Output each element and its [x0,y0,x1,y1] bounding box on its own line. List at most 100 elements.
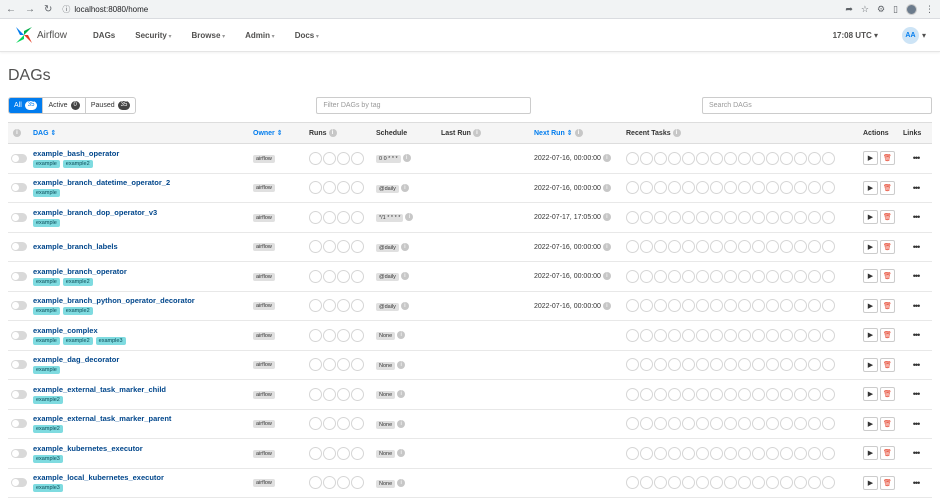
dag-link[interactable]: example_external_task_marker_parent [33,414,247,424]
status-circle[interactable] [808,476,821,490]
status-circle[interactable] [696,476,709,490]
status-circle[interactable] [323,417,336,431]
status-circle[interactable] [323,181,336,195]
status-circle[interactable] [309,417,322,431]
reload-icon[interactable]: ↻ [44,4,52,15]
status-circle[interactable] [738,446,751,460]
status-circle[interactable] [752,269,765,283]
dag-tag[interactable]: example2 [62,336,93,345]
pause-toggle[interactable] [11,212,27,222]
status-circle[interactable] [738,151,751,165]
status-circle[interactable] [668,417,681,431]
col-next-run[interactable]: Next Run ⇕ i [531,122,623,144]
status-circle[interactable] [640,240,653,254]
status-circle[interactable] [682,151,695,165]
filter-active[interactable]: Active 0 [43,97,86,113]
status-circle[interactable] [808,387,821,401]
links-menu-icon[interactable]: ••• [903,419,929,429]
owner-badge[interactable]: airflow [253,154,275,163]
filter-all[interactable]: All 35 [9,97,44,113]
status-circle[interactable] [766,476,779,490]
status-circle[interactable] [794,387,807,401]
status-circle[interactable] [780,299,793,313]
status-circle[interactable] [323,446,336,460]
status-circle[interactable] [309,358,322,372]
status-circle[interactable] [309,240,322,254]
status-circle[interactable] [337,358,350,372]
trigger-dag-button[interactable]: ▶ [863,357,878,372]
status-circle[interactable] [808,181,821,195]
pause-toggle[interactable] [11,448,27,458]
links-menu-icon[interactable]: ••• [903,301,929,311]
dag-tag[interactable]: example3 [95,336,126,345]
status-circle[interactable] [351,417,364,431]
status-circle[interactable] [724,328,737,342]
status-circle[interactable] [710,269,723,283]
status-circle[interactable] [794,417,807,431]
status-circle[interactable] [654,210,667,224]
status-circle[interactable] [337,299,350,313]
status-circle[interactable] [738,328,751,342]
dag-link[interactable]: example_branch_operator [33,267,247,277]
status-circle[interactable] [337,328,350,342]
status-circle[interactable] [351,387,364,401]
delete-dag-button[interactable]: 🗑 [880,210,895,225]
status-circle[interactable] [766,328,779,342]
dag-link[interactable]: example_local_kubernetes_executor [33,473,247,483]
status-circle[interactable] [822,240,835,254]
pause-toggle[interactable] [11,301,27,311]
schedule-badge[interactable]: None [376,450,396,459]
status-circle[interactable] [351,269,364,283]
status-circle[interactable] [738,269,751,283]
delete-dag-button[interactable]: 🗑 [880,475,895,490]
status-circle[interactable] [808,269,821,283]
status-circle[interactable] [780,358,793,372]
status-circle[interactable] [794,151,807,165]
delete-dag-button[interactable]: 🗑 [880,357,895,372]
schedule-badge[interactable]: @daily [376,243,399,252]
status-circle[interactable] [780,446,793,460]
status-circle[interactable] [682,476,695,490]
status-circle[interactable] [822,210,835,224]
status-circle[interactable] [654,358,667,372]
trigger-dag-button[interactable]: ▶ [863,416,878,431]
status-circle[interactable] [822,417,835,431]
delete-dag-button[interactable]: 🗑 [880,180,895,195]
tag-filter-input[interactable]: Filter DAGs by tag [316,96,532,114]
status-circle[interactable] [724,210,737,224]
status-circle[interactable] [640,210,653,224]
status-circle[interactable] [822,476,835,490]
status-circle[interactable] [323,210,336,224]
status-circle[interactable] [752,476,765,490]
dag-link[interactable]: example_bash_operator [33,149,247,159]
status-circle[interactable] [351,358,364,372]
status-circle[interactable] [626,210,639,224]
status-circle[interactable] [654,299,667,313]
status-circle[interactable] [351,181,364,195]
dag-tag[interactable]: example2 [33,425,63,434]
dag-link[interactable]: example_kubernetes_executor [33,444,247,454]
forward-icon[interactable]: → [25,4,35,15]
owner-badge[interactable]: airflow [253,390,275,399]
status-circle[interactable] [822,446,835,460]
schedule-badge[interactable]: @daily [376,273,399,282]
status-circle[interactable] [626,151,639,165]
status-circle[interactable] [752,151,765,165]
nav-admin[interactable]: Admin ▾ [245,31,275,40]
trigger-dag-button[interactable]: ▶ [863,446,878,461]
schedule-badge[interactable]: @daily [376,184,399,193]
nav-docs[interactable]: Docs ▾ [295,31,319,40]
status-circle[interactable] [696,151,709,165]
status-circle[interactable] [794,210,807,224]
owner-badge[interactable]: airflow [253,420,275,429]
status-circle[interactable] [766,240,779,254]
status-circle[interactable] [794,181,807,195]
status-circle[interactable] [780,417,793,431]
status-circle[interactable] [309,181,322,195]
delete-dag-button[interactable]: 🗑 [880,239,895,254]
status-circle[interactable] [682,299,695,313]
status-circle[interactable] [696,269,709,283]
status-circle[interactable] [724,240,737,254]
status-circle[interactable] [309,387,322,401]
dag-tag[interactable]: example2 [62,277,93,286]
